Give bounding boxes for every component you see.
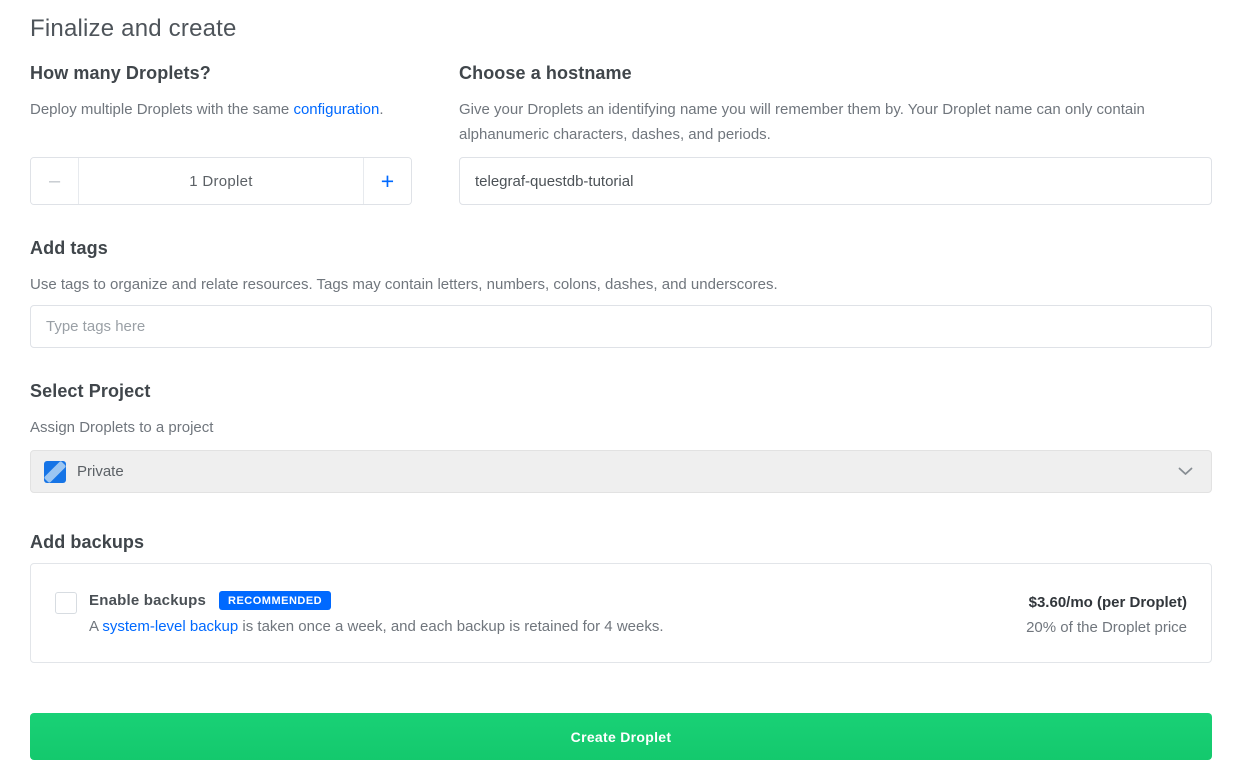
how-many-droplets-heading: How many Droplets? (30, 62, 412, 84)
backups-title-row: Enable backups RECOMMENDED (89, 591, 664, 610)
add-tags-heading: Add tags (30, 237, 1212, 259)
project-section: Select Project Assign Droplets to a proj… (30, 380, 1212, 493)
hostname-description: Give your Droplets an identifying name y… (459, 97, 1212, 147)
tags-input-wrap (30, 305, 1212, 348)
droplet-count-stepper: – 1 Droplet + (30, 157, 412, 205)
project-description: Assign Droplets to a project (30, 415, 1212, 440)
increase-droplets-button[interactable]: + (363, 158, 411, 204)
backups-desc-suffix: is taken once a week, and each backup is… (238, 618, 663, 635)
description-period: . (379, 101, 383, 118)
backups-price-block: $3.60/mo (per Droplet) 20% of the Drople… (1026, 591, 1187, 640)
backups-card-content: Enable backups RECOMMENDED A system-leve… (89, 591, 664, 639)
decrease-droplets-button[interactable]: – (31, 158, 79, 204)
enable-backups-label: Enable backups (89, 592, 206, 609)
finalize-and-create-page: Finalize and create How many Droplets? D… (0, 0, 1237, 777)
backups-desc-prefix: A (89, 618, 102, 635)
hostname-input[interactable] (459, 157, 1212, 205)
chevron-down-icon (1178, 467, 1193, 476)
droplet-count-section: How many Droplets? Deploy multiple Dropl… (30, 62, 412, 205)
backups-section: Add backups Enable backups RECOMMENDED A… (30, 531, 1212, 663)
hostname-input-wrap (459, 157, 1212, 205)
description-text: Deploy multiple Droplets with the same (30, 101, 293, 118)
tags-section: Add tags Use tags to organize and relate… (30, 237, 1212, 348)
backups-description: A system-level backup is taken once a we… (89, 615, 664, 639)
recommended-badge: RECOMMENDED (219, 591, 331, 610)
create-droplet-button[interactable]: Create Droplet (30, 713, 1212, 760)
tags-input[interactable] (30, 305, 1212, 348)
configuration-link[interactable]: configuration (293, 101, 379, 118)
choose-hostname-heading: Choose a hostname (459, 62, 1212, 84)
droplet-count-value: 1 Droplet (79, 158, 363, 204)
project-icon-stripe (44, 461, 66, 483)
tags-description: Use tags to organize and relate resource… (30, 272, 1212, 297)
backups-price-note: 20% of the Droplet price (1026, 616, 1187, 640)
system-level-backup-link[interactable]: system-level backup (102, 618, 238, 635)
droplet-count-description: Deploy multiple Droplets with the same c… (30, 97, 412, 122)
page-title: Finalize and create (30, 14, 1212, 44)
droplet-stepper-wrap: – 1 Droplet + (30, 157, 412, 205)
add-backups-heading: Add backups (30, 531, 1212, 553)
top-row: How many Droplets? Deploy multiple Dropl… (30, 62, 1212, 205)
backups-card: Enable backups RECOMMENDED A system-leve… (30, 563, 1212, 663)
select-project-heading: Select Project (30, 380, 1212, 402)
project-folder-icon (44, 461, 66, 483)
hostname-section: Choose a hostname Give your Droplets an … (459, 62, 1212, 205)
project-select[interactable]: Private (30, 450, 1212, 493)
selected-project-label: Private (77, 463, 124, 480)
enable-backups-checkbox[interactable] (55, 592, 77, 614)
backups-price: $3.60/mo (per Droplet) (1026, 591, 1187, 615)
